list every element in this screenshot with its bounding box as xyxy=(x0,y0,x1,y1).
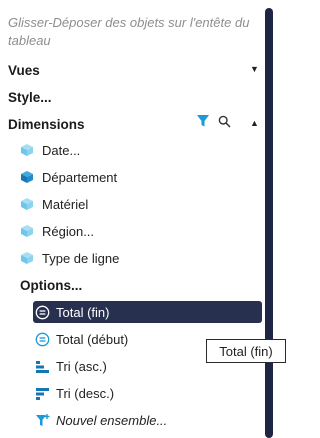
dimension-item-label: Date... xyxy=(42,142,81,158)
section-options-label: Options... xyxy=(20,277,83,293)
chevron-down-icon[interactable]: ▼ xyxy=(250,64,259,74)
option-label: Tri (desc.) xyxy=(56,385,115,401)
cube-light-icon xyxy=(21,225,33,237)
dimension-item-label: Département xyxy=(42,169,118,185)
option-nouvel-ensemble[interactable]: Nouvel ensemble... xyxy=(33,409,262,431)
sort-desc-icon xyxy=(36,387,49,400)
tooltip: Total (fin) xyxy=(206,339,286,363)
dimension-actions xyxy=(196,114,231,128)
dimension-item-label: Région... xyxy=(42,223,95,239)
option-tri-desc[interactable]: Tri (desc.) xyxy=(33,382,262,404)
equals-circle-icon xyxy=(35,305,50,319)
dimension-item-label: Type de ligne xyxy=(42,250,120,266)
dimension-item-date[interactable]: Date... xyxy=(20,139,80,161)
filter-icon[interactable] xyxy=(196,114,210,128)
option-total-fin[interactable]: Total (fin) xyxy=(33,301,262,323)
dimension-item-departement[interactable]: Département xyxy=(20,166,117,188)
search-icon[interactable] xyxy=(218,115,231,128)
cube-light-icon xyxy=(21,252,33,264)
cube-light-icon xyxy=(21,144,33,156)
chevron-up-icon[interactable]: ▲ xyxy=(250,118,259,128)
section-options[interactable]: Options... xyxy=(20,276,82,294)
cube-dark-icon xyxy=(21,171,33,183)
dimension-item-materiel[interactable]: Matériel xyxy=(20,193,88,215)
section-dimensions-label: Dimensions xyxy=(8,116,85,132)
option-label: Total (début) xyxy=(56,331,129,347)
section-style[interactable]: Style... xyxy=(8,88,52,106)
section-dimensions[interactable]: Dimensions xyxy=(8,115,85,133)
dimension-item-label: Matériel xyxy=(42,196,89,212)
equals-circle-icon xyxy=(35,332,50,346)
section-style-label: Style... xyxy=(8,89,52,105)
drag-drop-hint: Glisser-Déposer des objets sur l'entête … xyxy=(8,15,250,48)
funnel-plus-icon xyxy=(36,413,50,426)
option-label: Total (fin) xyxy=(56,304,110,320)
section-vues-label: Vues xyxy=(8,62,40,78)
scrollbar-thumb[interactable] xyxy=(265,8,273,438)
sort-asc-icon xyxy=(36,360,49,373)
option-label: Tri (asc.) xyxy=(56,358,107,374)
object-panel: Glisser-Déposer des objets sur l'entête … xyxy=(0,0,262,438)
dimension-item-region[interactable]: Région... xyxy=(20,220,94,242)
cube-light-icon xyxy=(21,198,33,210)
option-label: Nouvel ensemble... xyxy=(56,412,168,428)
dimension-item-type-de-ligne[interactable]: Type de ligne xyxy=(20,247,119,269)
section-vues[interactable]: Vues xyxy=(8,61,40,79)
